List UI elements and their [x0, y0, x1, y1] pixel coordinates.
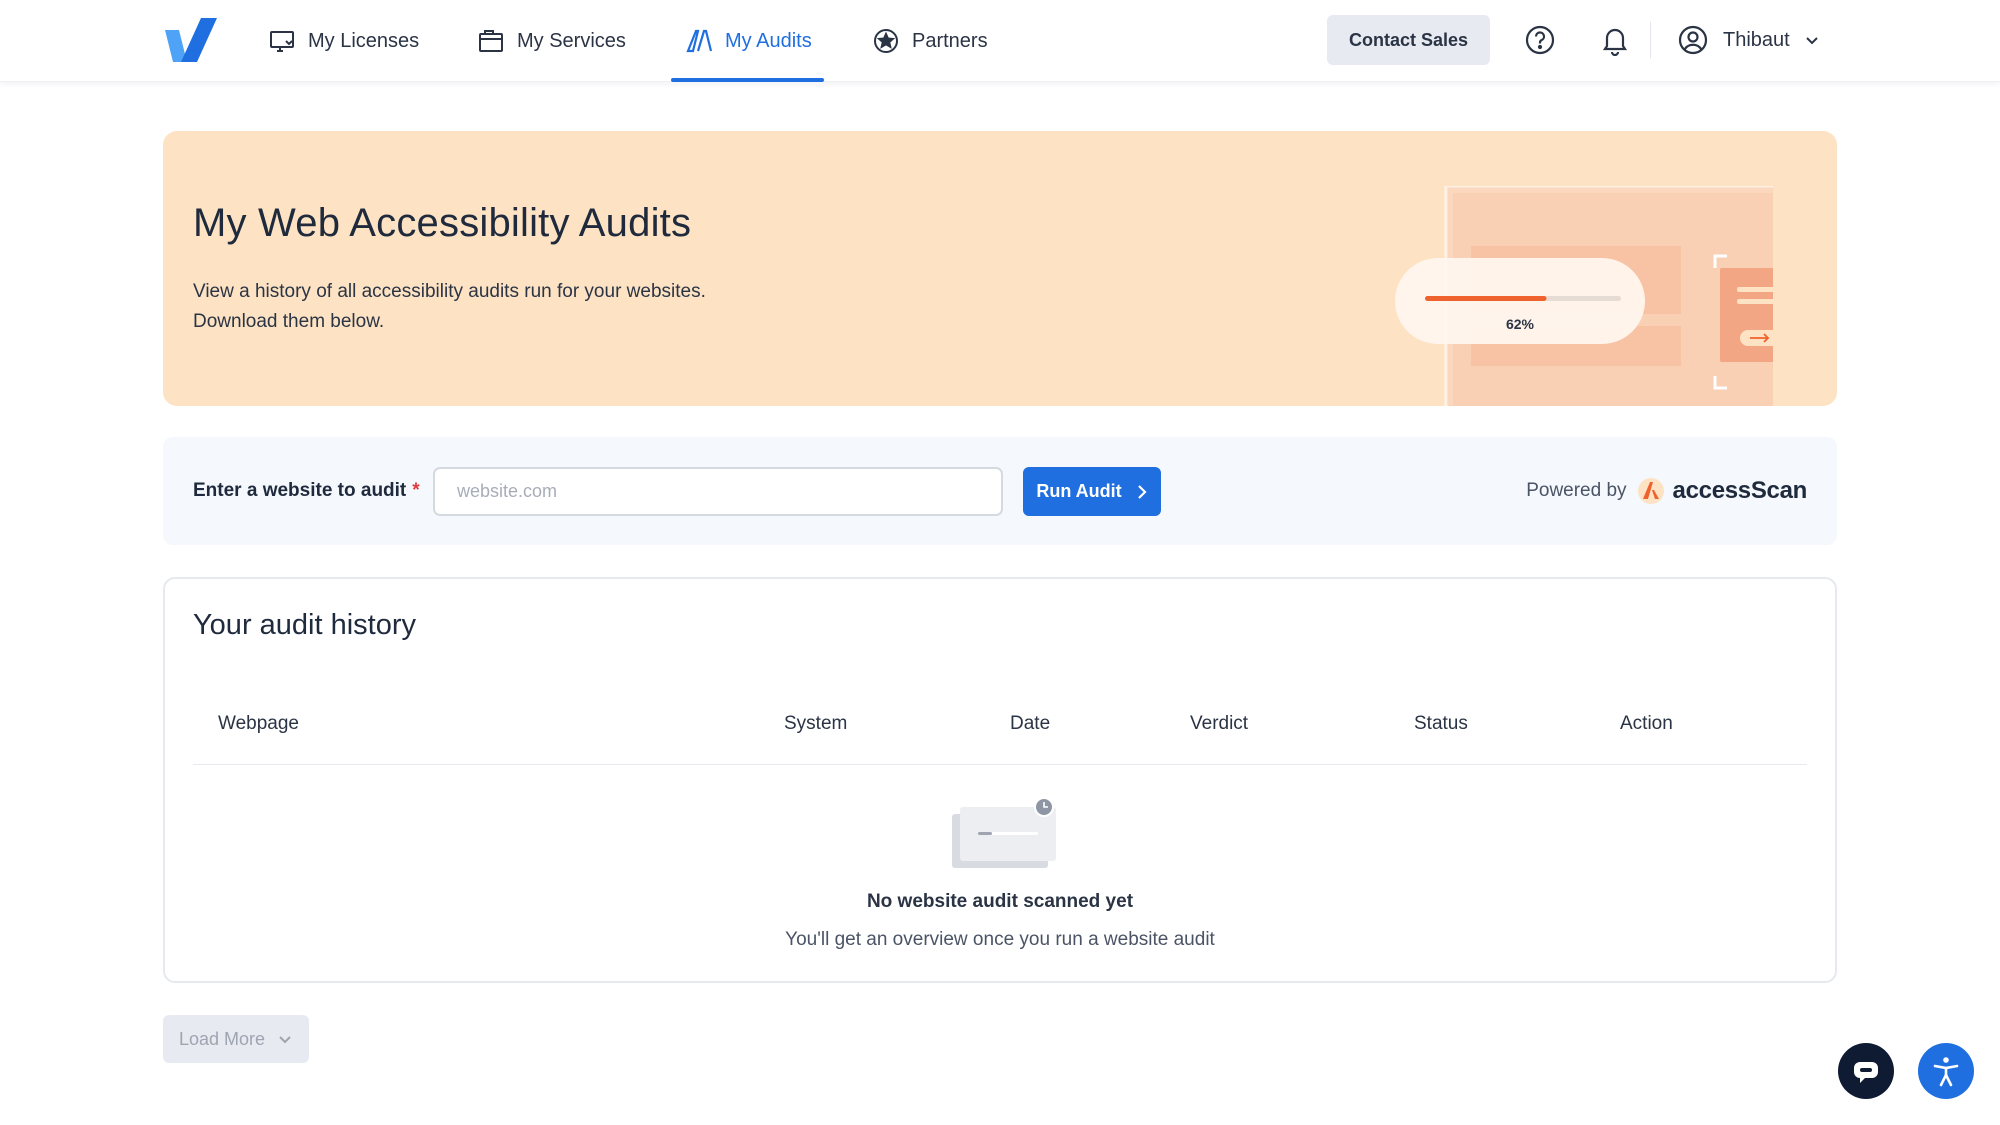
chevron-right-icon [1137, 484, 1147, 499]
hero-progress-fill [1425, 296, 1547, 301]
hero-illustration: 62% [1395, 186, 1773, 406]
logo[interactable] [163, 16, 217, 64]
hero-progress-label: 62% [1506, 316, 1535, 332]
accessibility-button[interactable] [1918, 1043, 1974, 1099]
hero-description-line: View a history of all accessibility audi… [193, 281, 706, 302]
nav-label: My Licenses [308, 29, 420, 52]
user-name: Thibaut [1723, 28, 1790, 51]
nav-label: My Audits [725, 29, 812, 52]
website-input[interactable] [433, 467, 1003, 516]
hero-banner: My Web Accessibility Audits View a histo… [163, 131, 1837, 406]
nav-my-audits[interactable]: My Audits [671, 0, 824, 82]
nav-my-licenses[interactable]: My Licenses [268, 0, 419, 82]
run-audit-label: Run Audit [1036, 481, 1122, 501]
nav-partners[interactable]: Partners [872, 0, 988, 82]
column-header-status[interactable]: Status [1414, 713, 1468, 735]
audit-label: Enter a website to audit * [193, 437, 420, 545]
column-header-action[interactable]: Action [1620, 713, 1673, 735]
powered-by: Powered by accessScan [1526, 437, 1807, 545]
hero-description: View a history of all accessibility audi… [193, 277, 813, 337]
licenses-icon [270, 31, 294, 52]
user-menu[interactable]: Thibaut [1677, 20, 1820, 60]
help-icon[interactable] [1522, 22, 1558, 58]
column-header-webpage[interactable]: Webpage [218, 713, 299, 735]
column-header-verdict[interactable]: Verdict [1190, 713, 1248, 735]
history-title: Your audit history [193, 609, 417, 641]
services-icon [479, 30, 503, 52]
column-header-date[interactable]: Date [1010, 713, 1050, 735]
table-header-divider [193, 764, 1807, 765]
brand-name: accessScan [1672, 477, 1808, 504]
user-avatar-icon [1678, 25, 1708, 55]
page-title: My Web Accessibility Audits [193, 201, 692, 245]
nav-label: My Services [517, 29, 626, 52]
nav-my-services[interactable]: My Services [477, 0, 626, 82]
accessscan-brand[interactable]: accessScan [1637, 477, 1807, 505]
audits-icon [686, 29, 713, 53]
powered-by-text: Powered by [1526, 480, 1627, 501]
required-mark: * [412, 480, 420, 501]
audit-history-card: Your audit history Webpage System Date V… [163, 577, 1837, 983]
chevron-down-icon [1806, 37, 1818, 45]
accessscan-logo-icon [1637, 478, 1664, 504]
contact-sales-button[interactable]: Contact Sales [1327, 15, 1490, 65]
hero-description-line: Download them below. [193, 311, 385, 332]
audit-label-text: Enter a website to audit [193, 480, 407, 501]
chat-button[interactable] [1838, 1043, 1894, 1099]
column-header-system[interactable]: System [784, 713, 847, 735]
empty-state-subtitle: You'll get an overview once you run a we… [785, 929, 1215, 950]
accessibility-icon [1933, 1057, 1959, 1087]
load-more-button[interactable]: Load More [163, 1015, 309, 1063]
partners-icon [874, 29, 898, 53]
chat-icon [1854, 1062, 1878, 1083]
empty-state-title: No website audit scanned yet [866, 891, 1134, 912]
load-more-label: Load More [178, 1028, 266, 1049]
run-audit-button[interactable]: Run Audit [1023, 467, 1161, 516]
bell-icon[interactable] [1597, 22, 1633, 58]
empty-state-illustration [952, 797, 1056, 868]
top-nav: My Licenses My Services My Audits Partne… [0, 0, 2000, 82]
audit-form: Enter a website to audit * Run Audit Pow… [163, 437, 1837, 545]
chevron-down-icon [279, 1036, 291, 1044]
nav-divider [1650, 22, 1651, 58]
nav-label: Partners [912, 29, 988, 52]
